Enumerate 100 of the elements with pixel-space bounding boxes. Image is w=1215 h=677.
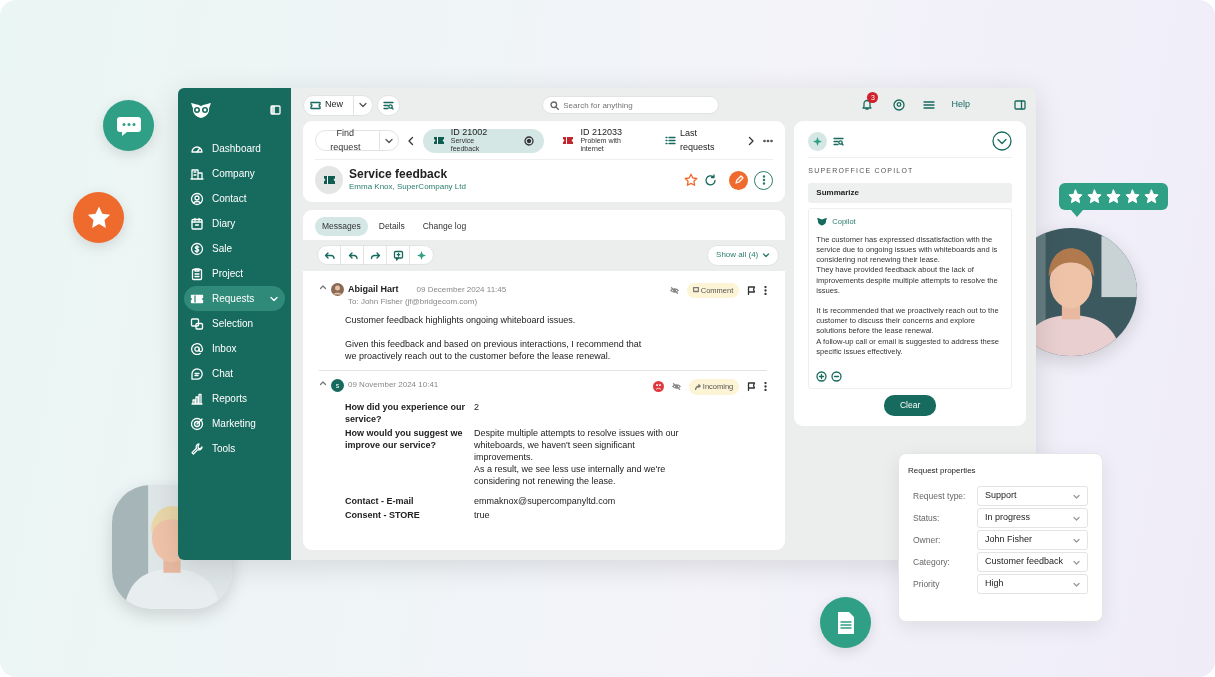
comment-icon: [692, 287, 699, 294]
message-tab[interactable]: Messages: [315, 217, 368, 236]
field-label: Category:: [913, 555, 951, 569]
search-icon: [550, 100, 560, 110]
sidebar-item[interactable]: Contact: [184, 186, 285, 211]
select-field[interactable]: In progress: [977, 508, 1088, 528]
chevron-left-icon[interactable]: [406, 135, 415, 146]
request-title: Service feedback: [349, 166, 449, 182]
field-label: Owner:: [913, 533, 942, 547]
document-bubble-icon: [820, 597, 871, 648]
star-icon[interactable]: [684, 173, 699, 187]
select-field[interactable]: High: [977, 574, 1088, 594]
contact-link[interactable]: Emma Knox, SuperCompany Ltd: [349, 181, 679, 194]
sparkle-icon[interactable]: [416, 249, 427, 261]
sidebar-item[interactable]: Requests: [184, 286, 285, 311]
chevron-down-icon[interactable]: [358, 100, 368, 110]
sidebar-item[interactable]: Company: [184, 161, 285, 186]
survey-answer: 2: [474, 400, 479, 413]
collapse-caret-icon[interactable]: [319, 379, 327, 388]
find-request-button[interactable]: Find request: [316, 127, 375, 154]
sidebar-item[interactable]: Marketing: [184, 411, 285, 436]
calendar-icon: [190, 216, 204, 231]
message-tab[interactable]: Details: [371, 217, 412, 236]
survey-answer: Despite multiple attempts to resolve issues with our whiteboards, we haven't seen significant improvements.: [474, 426, 680, 463]
vertical-dots-icon[interactable]: [764, 382, 768, 392]
clear-button[interactable]: Clear: [884, 395, 937, 416]
zoom-out-icon[interactable]: [831, 371, 843, 382]
chat-icon: [190, 366, 204, 381]
select-field[interactable]: Support: [977, 486, 1088, 506]
owl-logo: [189, 100, 213, 120]
vertical-dots-icon[interactable]: [764, 285, 768, 295]
sidebar-item[interactable]: Chat: [184, 361, 285, 386]
survey-question: How did you experience our service?: [345, 400, 467, 425]
message-tab[interactable]: Change log: [415, 217, 474, 236]
close-circle-icon[interactable]: [524, 135, 535, 146]
select-field[interactable]: John Fisher: [977, 530, 1088, 550]
menu-icon[interactable]: [923, 100, 936, 110]
filter-list-icon[interactable]: [383, 100, 394, 110]
message-text: Customer feedback highlights ongoing whiteboard issues.: [345, 314, 577, 327]
user-circle-icon[interactable]: [893, 99, 906, 111]
survey-answer: As a result, we see less use internally and we're considering not renewing the lease.: [474, 462, 667, 487]
dollar-circle-icon: [190, 241, 204, 256]
sidebar-item[interactable]: Dashboard: [184, 136, 285, 161]
ticket-icon: [322, 175, 336, 185]
chevron-down-icon: [1073, 558, 1080, 566]
arrow-icon: [694, 383, 701, 390]
sidebar-item[interactable]: Selection: [184, 311, 285, 336]
chevron-right-icon[interactable]: [747, 135, 756, 146]
message-text: Given this feedback and based on previous interactions, I recommend that we proactively reach out to the customer before the lease renewal.: [345, 338, 643, 363]
flag-icon[interactable]: [747, 285, 757, 295]
survey-answer: emmaknox@supercompanyltd.com: [474, 494, 616, 507]
message-date: 09 December 2024 11:45: [416, 283, 507, 296]
sidebar-item[interactable]: Diary: [184, 211, 285, 236]
at-icon: [190, 341, 204, 356]
panel-toggle-icon[interactable]: [270, 105, 281, 115]
more-icon[interactable]: [763, 138, 774, 143]
ticket-icon: [310, 100, 321, 110]
chevron-down-circle-icon[interactable]: [992, 131, 1012, 151]
copilot-button[interactable]: [808, 131, 828, 151]
star-bubble-icon: [73, 192, 124, 243]
sidebar-item[interactable]: Project: [184, 261, 285, 286]
target-icon: [190, 416, 204, 431]
building-icon: [190, 166, 204, 181]
help-link[interactable]: Help: [951, 98, 970, 112]
last-requests-link[interactable]: Last requests: [679, 127, 732, 154]
sidebar-item[interactable]: Sale: [184, 236, 285, 261]
zoom-in-icon[interactable]: [816, 371, 828, 382]
field-label: Request type:: [913, 489, 967, 503]
star-icon: [1125, 189, 1140, 204]
select-field[interactable]: Customer feedback: [977, 552, 1088, 572]
chat-bubble-icon: [103, 100, 154, 151]
show-all-button[interactable]: Show all (4): [707, 244, 780, 266]
comment-icon[interactable]: [392, 249, 404, 261]
survey-question: Contact - E-mail: [345, 494, 415, 507]
search-field[interactable]: Search for anything: [542, 96, 720, 114]
vertical-dots-icon: [761, 175, 766, 185]
chevron-down-icon: [762, 251, 771, 260]
bell-icon[interactable]: [861, 98, 874, 110]
star-icon: [1106, 189, 1121, 204]
wrench-icon: [190, 441, 204, 456]
edit-button[interactable]: [729, 170, 749, 190]
star-icon: [1068, 189, 1083, 204]
survey-question: How would you suggest we improve our service?: [345, 426, 464, 452]
prompt-field[interactable]: Summarize: [808, 182, 1012, 203]
star-icon: [1144, 189, 1159, 204]
message-date: 09 November 2024 10:41: [348, 379, 439, 392]
sidebar-item[interactable]: Reports: [184, 386, 285, 411]
avatar: [331, 282, 344, 296]
pencil-icon: [733, 175, 744, 185]
tab-id: ID 212033: [580, 128, 623, 138]
filter-list-icon[interactable]: [833, 136, 845, 146]
chevron-down-icon: [1073, 492, 1080, 500]
side-panel-icon[interactable]: [1014, 100, 1026, 110]
sidebar-item[interactable]: Inbox: [184, 336, 285, 361]
hidden-eye-icon: [671, 383, 681, 391]
tab-id: ID 21002: [450, 128, 489, 138]
sidebar-item[interactable]: Tools: [184, 436, 285, 461]
refresh-icon[interactable]: [704, 173, 718, 187]
flag-icon[interactable]: [747, 382, 757, 392]
person-circle-icon: [190, 191, 204, 206]
